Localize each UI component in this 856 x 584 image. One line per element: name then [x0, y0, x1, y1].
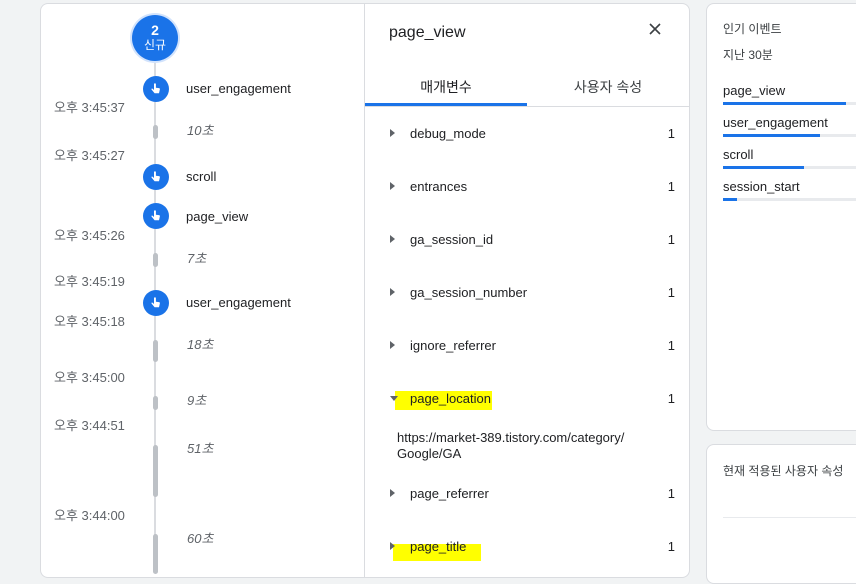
divider — [723, 517, 856, 518]
param-count: 1 — [667, 285, 675, 300]
touch-icon[interactable] — [143, 203, 169, 229]
param-name: page_title — [410, 539, 467, 554]
timeline-duration: 7초 — [187, 251, 207, 266]
param-row[interactable]: entrances 1 — [390, 178, 675, 198]
param-name: page_location — [410, 391, 491, 406]
param-row[interactable]: debug_mode 1 — [390, 125, 675, 145]
timeline-gap-segment — [153, 534, 158, 574]
top-event-bar — [723, 198, 737, 201]
param-name: ga_session_id — [410, 232, 494, 247]
param-row[interactable]: page_title 1 — [390, 538, 675, 558]
timeline-event-name[interactable]: user_engagement — [186, 81, 291, 96]
touch-icon[interactable] — [143, 164, 169, 190]
tab-user-properties[interactable]: 사용자 속성 — [527, 77, 689, 97]
param-count: 1 — [667, 539, 675, 554]
top-event-bar-track — [723, 198, 856, 201]
param-count: 1 — [667, 179, 675, 194]
timeline-time: 오후 3:45:27 — [54, 148, 125, 163]
timeline-time: 오후 3:45:18 — [54, 314, 125, 329]
new-user-badge[interactable]: 2 신규 — [132, 15, 178, 61]
param-row[interactable]: ga_session_id 1 — [390, 231, 675, 251]
panel-title: page_view — [389, 24, 466, 41]
param-count: 1 — [667, 126, 675, 141]
timeline-duration: 60초 — [187, 531, 214, 546]
timeline-time: 오후 3:44:00 — [54, 508, 125, 523]
timeline-event-name[interactable]: user_engagement — [186, 295, 291, 310]
param-name: ga_session_number — [410, 285, 528, 300]
top-events-title: 인기 이벤트 — [723, 22, 782, 36]
top-event-name[interactable]: user_engagement — [723, 115, 828, 130]
param-name: ignore_referrer — [410, 338, 496, 353]
param-name: page_referrer — [410, 486, 489, 501]
top-event-bar — [723, 134, 820, 137]
param-row-expanded[interactable]: page_location 1 — [390, 390, 675, 410]
param-count: 1 — [667, 338, 675, 353]
timeline-gap-segment — [153, 396, 158, 410]
top-event-bar — [723, 102, 846, 105]
param-row[interactable]: page_referrer 1 — [390, 485, 675, 505]
timeline-gap-segment — [153, 340, 158, 362]
timeline-time: 오후 3:45:26 — [54, 228, 125, 243]
top-events-card — [706, 3, 856, 431]
top-event-name[interactable]: scroll — [723, 147, 753, 162]
touch-icon[interactable] — [143, 76, 169, 102]
timeline-duration: 18초 — [187, 337, 214, 352]
user-properties-title: 현재 적용된 사용자 속성 — [723, 464, 844, 478]
timeline-duration: 51초 — [187, 441, 214, 456]
tab-parameters[interactable]: 매개변수 — [365, 77, 527, 97]
timeline-gap-segment — [153, 445, 158, 497]
timeline-event-name[interactable]: scroll — [186, 169, 216, 184]
timeline-duration: 10초 — [187, 123, 214, 138]
badge-count: 2 — [151, 22, 159, 38]
timeline-event-name[interactable]: page_view — [186, 209, 248, 224]
param-count: 1 — [667, 232, 675, 247]
expand-arrow-icon[interactable] — [390, 288, 395, 296]
timeline-gap-segment — [153, 125, 158, 139]
param-row[interactable]: ignore_referrer 1 — [390, 337, 675, 357]
top-event-bar — [723, 166, 804, 169]
collapse-arrow-icon[interactable] — [390, 396, 398, 401]
timeline-gap-segment — [153, 253, 158, 267]
expand-arrow-icon[interactable] — [390, 129, 395, 137]
badge-label: 신규 — [143, 38, 167, 52]
touch-icon[interactable] — [143, 290, 169, 316]
timeline-time: 오후 3:45:00 — [54, 370, 125, 385]
param-value: https://market-389.tistory.com/category/… — [397, 430, 625, 461]
top-events-period: 지난 30분 — [723, 48, 773, 62]
tabs-divider — [365, 106, 689, 107]
expand-arrow-icon[interactable] — [390, 182, 395, 190]
expand-arrow-icon[interactable] — [390, 489, 395, 497]
param-count: 1 — [667, 391, 675, 406]
timeline-duration: 9초 — [187, 393, 207, 408]
param-name: debug_mode — [410, 126, 486, 141]
top-event-name[interactable]: session_start — [723, 179, 800, 194]
param-row[interactable]: ga_session_number 1 — [390, 284, 675, 304]
param-name: entrances — [410, 179, 468, 194]
close-icon[interactable] — [644, 18, 666, 40]
expand-arrow-icon[interactable] — [390, 542, 395, 550]
timeline-time: 오후 3:44:51 — [54, 418, 125, 433]
timeline-time: 오후 3:45:37 — [54, 100, 125, 115]
expand-arrow-icon[interactable] — [390, 341, 395, 349]
top-event-name[interactable]: page_view — [723, 83, 785, 98]
param-count: 1 — [667, 486, 675, 501]
expand-arrow-icon[interactable] — [390, 235, 395, 243]
timeline-time: 오후 3:45:19 — [54, 274, 125, 289]
